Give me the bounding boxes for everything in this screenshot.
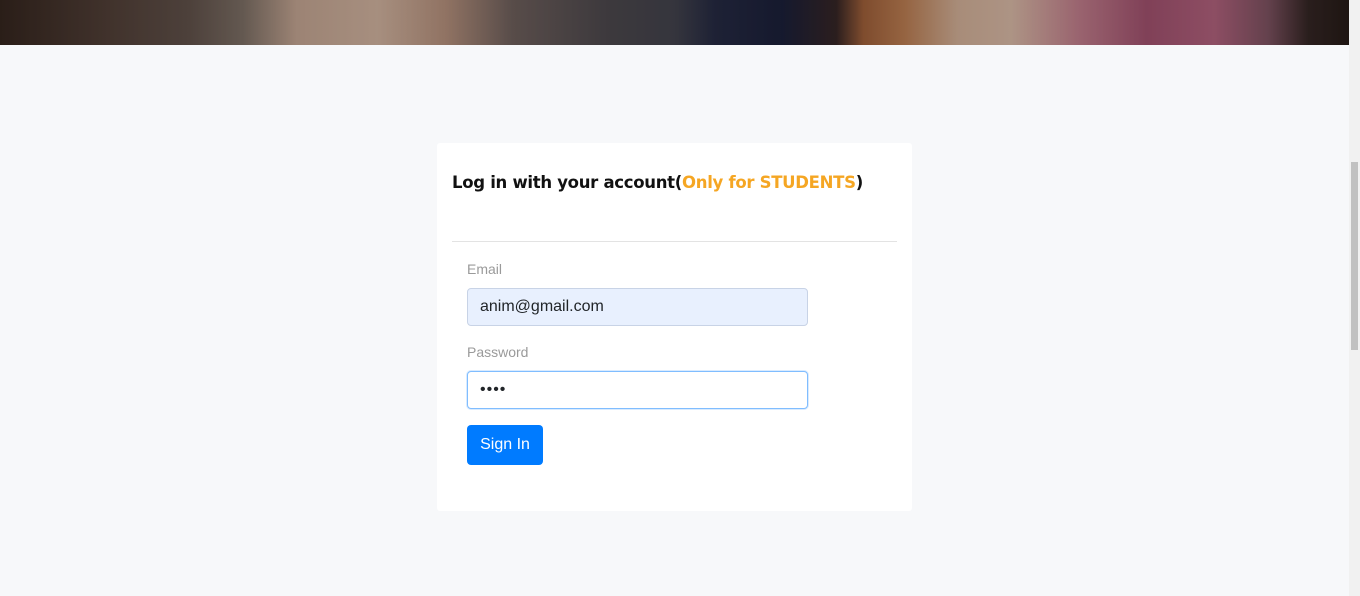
hero-banner-image: [0, 0, 1349, 45]
email-field[interactable]: [467, 288, 808, 326]
email-label: Email: [467, 261, 503, 277]
page: Log in with your account(Only for STUDEN…: [0, 0, 1360, 596]
login-card: Log in with your account(Only for STUDEN…: [437, 143, 912, 511]
login-title-highlight: Only for STUDENTS: [682, 173, 856, 192]
password-field[interactable]: [467, 371, 808, 409]
vertical-scrollbar[interactable]: [1349, 0, 1360, 596]
scrollbar-thumb[interactable]: [1351, 162, 1358, 350]
login-title-prefix: Log in with your account(: [452, 173, 683, 192]
sign-in-button[interactable]: Sign In: [467, 425, 543, 465]
login-title-suffix: ): [855, 173, 864, 192]
card-divider: [452, 241, 897, 242]
password-label: Password: [467, 344, 529, 360]
login-title: Log in with your account(Only for STUDEN…: [452, 173, 863, 192]
